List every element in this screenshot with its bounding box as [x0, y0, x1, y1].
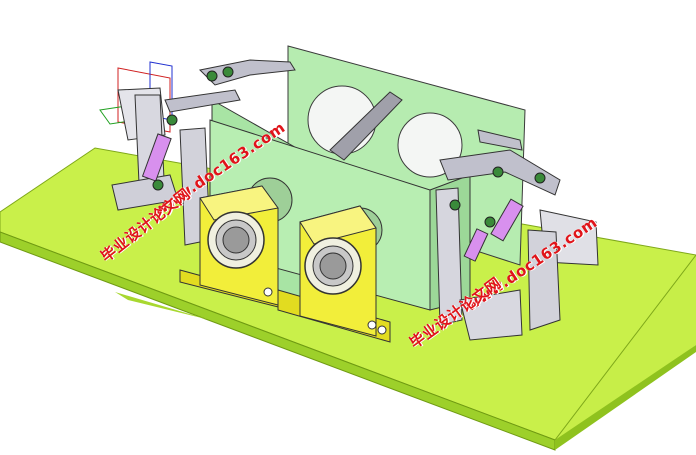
- cad-viewport: www.doc163.com 毕业设计论文网 www.doc163.com 毕业…: [0, 0, 696, 455]
